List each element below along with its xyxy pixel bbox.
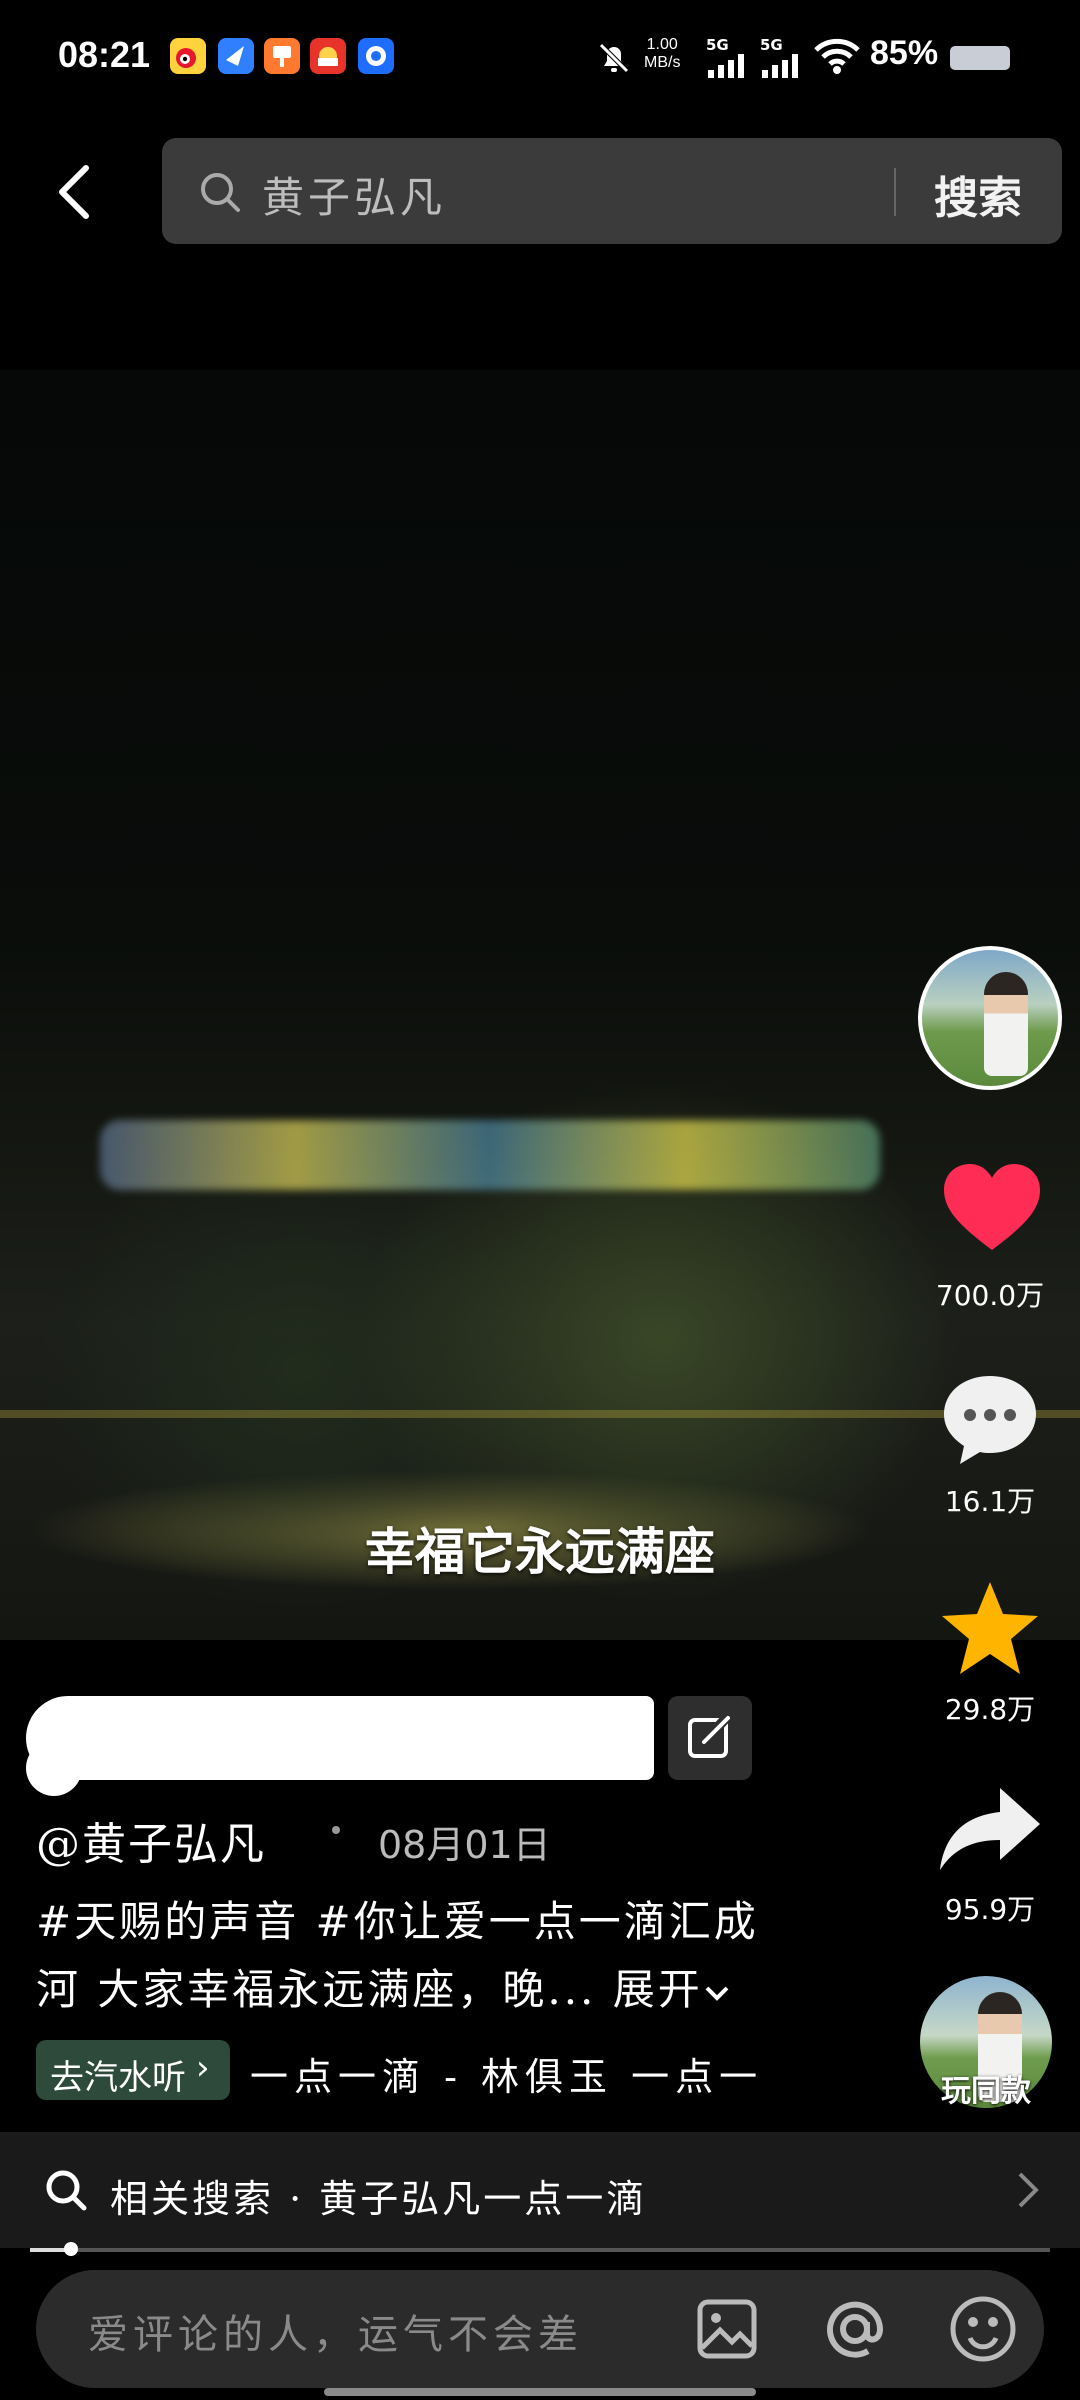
video-road-line: [0, 1410, 1080, 1418]
app-icon-blue: [218, 38, 254, 74]
app-icon-red: [310, 38, 346, 74]
comment-count: 16.1万: [944, 1485, 1036, 1518]
music-chip-label: 去汽水听: [50, 2058, 186, 2098]
post-description: #天赐的声音 #你让爱一点一滴汇成 河 大家幸福永远满座，晚... 展开: [36, 1888, 836, 2024]
chevron-down-icon: [705, 1986, 729, 2001]
mute-bell-icon: [594, 38, 634, 82]
description-line-2: 河 大家幸福永远满座，晚...: [36, 1965, 597, 2014]
related-search-icon: [44, 2168, 88, 2216]
favorite-button[interactable]: [938, 1578, 1042, 1682]
sim2-label: 5G: [760, 36, 783, 54]
edit-icon: [688, 1712, 732, 1758]
progress-knob[interactable]: [63, 2242, 78, 2256]
expand-label: 展开: [612, 1965, 703, 2014]
share-arrow-icon: [940, 1788, 1040, 1870]
home-indicator[interactable]: [324, 2388, 756, 2396]
edit-button[interactable]: [668, 1696, 752, 1780]
redacted-overlay: [26, 1696, 654, 1780]
search-bar[interactable]: 黄子弘凡 搜索: [162, 138, 1062, 244]
search-icon: [198, 170, 242, 218]
music-chip-button[interactable]: 去汽水听 ›: [36, 2040, 230, 2100]
like-button[interactable]: [940, 1160, 1044, 1260]
search-input[interactable]: 黄子弘凡: [262, 164, 446, 225]
chevron-right-icon: [1016, 2170, 1040, 2214]
video-light-banner: [100, 1120, 880, 1190]
share-button[interactable]: [936, 1784, 1044, 1880]
wifi-icon: [814, 38, 860, 78]
comment-bubble-icon: [944, 1376, 1036, 1464]
emoji-icon[interactable]: [948, 2294, 1018, 2368]
chevron-right-icon: ›: [196, 2048, 210, 2088]
battery-percent: 85%: [870, 34, 939, 72]
post-date: 08月01日: [378, 1823, 551, 1867]
search-button[interactable]: 搜索: [934, 162, 1022, 226]
signal-sim1-icon: 5G: [706, 36, 750, 82]
net-speed-unit: MB/s: [644, 54, 681, 71]
status-bar: 08:21 1.00 MB/s 5G 5G 85%: [0, 0, 1080, 120]
app-icon-circle: [358, 38, 394, 74]
net-speed: 1.00 MB/s: [644, 36, 680, 72]
signal-sim2-icon: 5G: [760, 36, 804, 82]
share-count: 95.9万: [944, 1893, 1036, 1926]
comment-button[interactable]: [940, 1372, 1040, 1472]
music-title[interactable]: 一点一滴 - 林俱玉 一点一: [250, 2046, 763, 2101]
expand-button[interactable]: 展开: [613, 1965, 731, 2014]
author-name[interactable]: @黄子弘凡: [36, 1808, 266, 1872]
at-mention-icon[interactable]: [820, 2294, 890, 2368]
progress-track[interactable]: [30, 2248, 1050, 2252]
search-divider: [894, 168, 896, 216]
image-icon[interactable]: [696, 2298, 758, 2364]
back-button[interactable]: [52, 162, 100, 222]
video-subtitle: 幸福它永远满座: [365, 1523, 715, 1581]
redacted-overlay-tail: [26, 1740, 82, 1796]
heart-icon: [944, 1164, 1040, 1250]
comment-placeholder: 爱评论的人，运气不会差: [88, 2312, 583, 2358]
author-avatar[interactable]: [918, 946, 1062, 1090]
weibo-app-icon: [170, 38, 206, 74]
star-icon: [942, 1582, 1038, 1674]
description-line-1: #天赐的声音 #你让爱一点一滴汇成: [36, 1897, 759, 1946]
battery-icon: [950, 46, 1010, 70]
sim1-label: 5G: [706, 36, 729, 54]
like-count: 700.0万: [935, 1279, 1045, 1312]
app-icon-orange: [264, 38, 300, 74]
separator-dot: [332, 1826, 340, 1834]
play-same-label: 玩同款: [941, 2074, 1031, 2109]
related-search-text[interactable]: 相关搜索 · 黄子弘凡一点一滴: [110, 2168, 647, 2223]
chevron-left-icon: [59, 165, 89, 219]
status-time: 08:21: [58, 34, 151, 75]
favorite-count: 29.8万: [944, 1693, 1036, 1726]
video-player[interactable]: [0, 370, 1080, 1640]
net-speed-value: 1.00: [646, 36, 678, 53]
